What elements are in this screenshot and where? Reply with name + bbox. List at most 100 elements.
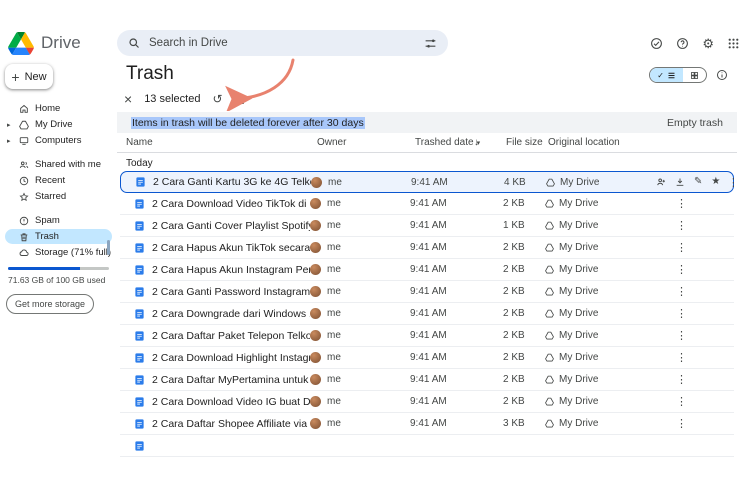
more-options-icon[interactable]: ⋮ — [655, 285, 708, 298]
column-trashed-date-label: Trashed date — [415, 137, 474, 148]
search-options-icon[interactable] — [424, 37, 437, 50]
column-original-location[interactable]: Original location — [548, 137, 620, 148]
apps-grid-icon[interactable] — [727, 37, 740, 50]
original-location-chip[interactable]: My Drive — [545, 220, 655, 231]
list-icon — [667, 71, 676, 80]
more-options-icon[interactable]: ⋮ — [655, 373, 708, 386]
star-action-icon[interactable]: ★ — [711, 177, 720, 187]
chevron-right-icon[interactable]: ▸ — [7, 121, 11, 129]
sidebar-item-starred[interactable]: Starred — [5, 189, 112, 204]
page-title: Trash — [126, 63, 174, 85]
table-row[interactable]: 2 Cara Ganti Kartu 3G ke 4G Telkomsel vi… — [120, 171, 734, 193]
column-file-size[interactable]: File size — [506, 137, 543, 148]
empty-trash-button[interactable]: Empty trash — [667, 117, 723, 129]
trashed-time: 9:41 AM — [410, 396, 503, 407]
more-options-icon[interactable]: ⋮ — [655, 219, 708, 232]
restore-from-trash-icon[interactable]: ↺ — [212, 93, 222, 105]
search-placeholder: Search in Drive — [149, 37, 415, 49]
more-options-icon[interactable]: ⋮ — [655, 417, 708, 430]
table-header: Name Owner Trashed date ▾ ↓ File size Or… — [117, 136, 737, 153]
file-name: 2 Cara Download Highlight Instagram deng… — [152, 352, 310, 364]
details-info-icon[interactable] — [716, 69, 728, 81]
offline-status-icon[interactable] — [650, 37, 663, 50]
table-row[interactable]: 2 Cara Downgrade dari Windows 11 ke Wind… — [120, 303, 734, 325]
file-name: 2 Cara Ganti Password Instagram via HP d… — [152, 286, 310, 298]
original-location-chip[interactable]: My Drive — [545, 374, 655, 385]
search-input[interactable]: Search in Drive — [117, 30, 448, 56]
selected-count: 13 selected — [144, 93, 200, 105]
sidebar-item-home[interactable]: Home — [5, 101, 112, 116]
column-trashed-date[interactable]: Trashed date ▾ — [415, 137, 480, 148]
location-label: My Drive — [559, 220, 598, 231]
owner-avatar — [310, 352, 321, 363]
list-view-button[interactable]: ✓ — [650, 68, 683, 82]
rename-pen-icon[interactable]: ✎ — [694, 177, 702, 187]
table-row[interactable]: 2 Cara Ganti Password Instagram via HP d… — [120, 281, 734, 303]
more-options-icon[interactable]: ⋮ — [655, 241, 708, 254]
search-icon[interactable] — [128, 37, 140, 49]
help-icon[interactable] — [676, 37, 689, 50]
table-row[interactable]: 2 Cara Download Highlight Instagram deng… — [120, 347, 734, 369]
more-options-icon[interactable]: ⋮ — [655, 307, 708, 320]
doc-file-icon — [134, 220, 152, 232]
drive-icon — [546, 178, 555, 187]
more-options-icon[interactable]: ⋮ — [655, 263, 708, 276]
more-options-icon[interactable]: ⋮ — [655, 197, 708, 210]
more-options-icon[interactable]: ⋮ — [655, 329, 708, 342]
table-row[interactable]: 2 Cara Daftar Paket Telepon Telkomsel, H… — [120, 325, 734, 347]
location-label: My Drive — [559, 374, 598, 385]
table-row[interactable]: ✎ ★ ⋮ — [120, 435, 734, 457]
sidebar-item-trash[interactable]: Trash — [5, 229, 112, 244]
chevron-right-icon[interactable]: ▸ — [7, 137, 11, 145]
table-row[interactable]: 2 Cara Download Video TikTok di HP Andro… — [120, 193, 734, 215]
column-owner[interactable]: Owner — [317, 137, 346, 148]
clear-selection-icon[interactable]: × — [124, 92, 132, 106]
original-location-chip[interactable]: My Drive — [545, 330, 655, 341]
download-icon[interactable] — [675, 177, 685, 187]
sidebar-item-recent[interactable]: Recent — [5, 173, 112, 188]
star-icon — [19, 192, 29, 202]
share-person-add-icon[interactable] — [656, 177, 666, 187]
original-location-chip[interactable]: My Drive — [545, 286, 655, 297]
owner-label: me — [327, 308, 341, 319]
owner-cell: me — [310, 374, 410, 385]
clock-icon — [19, 176, 29, 186]
sidebar-item-my-drive[interactable]: ▸ My Drive — [5, 117, 112, 132]
table-row[interactable]: 2 Cara Daftar MyPertamina untuk Mendapat… — [120, 369, 734, 391]
more-options-icon[interactable]: ⋮ — [720, 176, 737, 189]
settings-gear-icon[interactable]: ⚙ — [702, 37, 714, 50]
original-location-chip[interactable]: My Drive — [546, 177, 656, 188]
sort-direction-icon[interactable]: ↓ — [474, 137, 479, 148]
original-location-chip[interactable]: My Drive — [545, 308, 655, 319]
drive-logo-area[interactable]: Drive — [8, 32, 117, 55]
original-location-chip[interactable]: My Drive — [545, 264, 655, 275]
grid-view-button[interactable] — [683, 68, 706, 82]
delete-forever-icon[interactable] — [235, 93, 247, 105]
new-button-label: New — [25, 71, 47, 83]
new-button[interactable]: + New — [5, 64, 53, 89]
file-size: 2 KB — [503, 198, 545, 209]
original-location-chip[interactable]: My Drive — [545, 418, 655, 429]
sidebar-item-shared-with-me[interactable]: Shared with me — [5, 157, 112, 172]
drive-icon — [545, 353, 554, 362]
sidebar-item-spam[interactable]: Spam — [5, 213, 112, 228]
table-row[interactable]: 2 Cara Hapus Akun TikTok secara Permanen… — [120, 237, 734, 259]
sidebar-item-storage[interactable]: Storage (71% full) — [5, 245, 112, 260]
more-options-icon[interactable]: ⋮ — [655, 351, 708, 364]
table-row[interactable]: 2 Cara Ganti Cover Playlist Spotify deng… — [120, 215, 734, 237]
owner-label: me — [327, 374, 341, 385]
column-name[interactable]: Name — [126, 137, 153, 148]
original-location-chip[interactable]: My Drive — [545, 396, 655, 407]
original-location-chip[interactable]: My Drive — [545, 352, 655, 363]
file-size: 2 KB — [503, 264, 545, 275]
table-row[interactable]: 2 Cara Download Video IG buat Disimpan d… — [120, 391, 734, 413]
original-location-chip[interactable]: My Drive — [545, 198, 655, 209]
sidebar-item-label: Home — [35, 103, 60, 114]
table-row[interactable]: 2 Cara Daftar Shopee Affiliate via HP un… — [120, 413, 734, 435]
more-options-icon[interactable]: ⋮ — [655, 395, 708, 408]
original-location-chip[interactable]: My Drive — [545, 242, 655, 253]
sidebar-item-computers[interactable]: ▸ Computers — [5, 133, 112, 148]
get-more-storage-button[interactable]: Get more storage — [6, 294, 94, 314]
sidebar-scrollbar[interactable] — [107, 240, 110, 255]
table-row[interactable]: 2 Cara Hapus Akun Instagram Permanen Ter… — [120, 259, 734, 281]
